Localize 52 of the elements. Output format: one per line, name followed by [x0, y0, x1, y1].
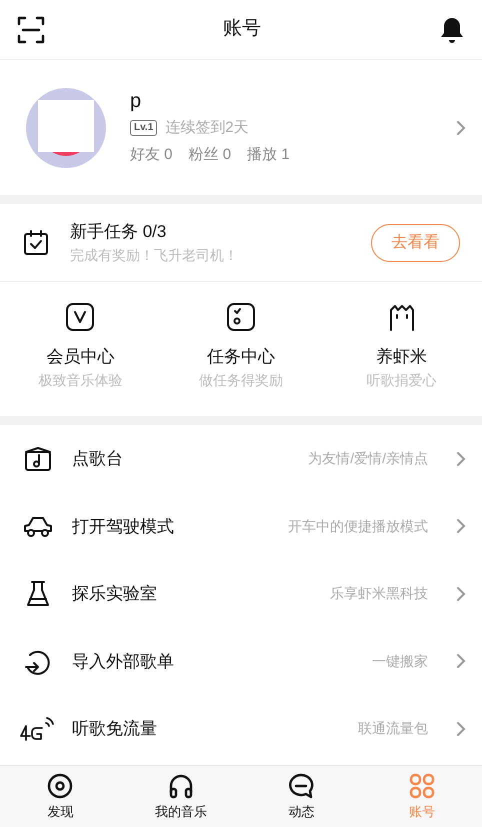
profile-card[interactable]: p Lv.1 连续签到2天 好友 0 粉丝 0 播放 1 [0, 60, 482, 195]
checkin-text: 连续签到2天 [165, 118, 249, 138]
chevron-right-icon [456, 518, 466, 534]
menu-row[interactable]: 点歌台 为友情/爱情/亲情点 [0, 425, 482, 492]
menu-hint: 为友情/爱情/亲情点 [308, 449, 428, 468]
chevron-right-icon [456, 653, 466, 670]
menu-label: 导入外部歌单 [72, 650, 175, 672]
tab-bar-item[interactable]: 我的音乐 [140, 772, 221, 822]
feature-title: 任务中心 [206, 346, 275, 368]
feature-title: 会员中心 [46, 346, 114, 368]
page-title: 账号 [223, 17, 261, 42]
menu-hint: 联通流量包 [358, 719, 428, 738]
menu-label: 听歌免流量 [72, 718, 158, 740]
chevron-right-icon [456, 586, 466, 602]
user-name: p [130, 89, 142, 113]
menu-row[interactable]: 导入外部歌单 一键搬家 [0, 628, 482, 695]
checklist-icon [226, 302, 256, 332]
menu-label: 点歌台 [72, 448, 124, 470]
calendar-check-icon [22, 228, 50, 256]
feature-tile[interactable]: 会员中心 极致音乐体验 [0, 302, 161, 416]
feature-subtitle: 做任务得奖励 [198, 370, 283, 390]
feature-subtitle: 听歌捐爱心 [366, 370, 437, 390]
menu-row[interactable]: 听歌免流量 联通流量包 [0, 695, 482, 762]
target-icon [46, 772, 74, 800]
profile-stat[interactable]: 好友 0 [130, 144, 173, 166]
chevron-right-icon [456, 120, 466, 136]
task-title: 新手任务 0/3 [70, 221, 168, 244]
tab-bar-item[interactable]: 动态 [261, 772, 342, 822]
menu-hint: 一键搬家 [372, 652, 428, 671]
feature-tile[interactable]: 任务中心 做任务得奖励 [160, 302, 322, 416]
feature-subtitle: 极致音乐体验 [38, 370, 122, 390]
feature-title: 养虾米 [376, 346, 428, 368]
v-badge-icon [65, 302, 96, 332]
menu-row[interactable]: 探乐实验室 乐享虾米黑科技 [0, 560, 482, 628]
tab-bar-item[interactable]: 发现 [20, 772, 100, 822]
profile-stat[interactable]: 播放 1 [247, 144, 290, 166]
profile-stat[interactable]: 粉丝 0 [188, 144, 232, 166]
menu-hint: 开车中的便捷播放模式 [288, 516, 428, 536]
feature-tile[interactable]: 养虾米 听歌捐爱心 [321, 302, 482, 416]
menu-row[interactable]: 打开驾驶模式 开车中的便捷播放模式 [0, 492, 482, 560]
grid-icon [408, 772, 436, 800]
4g-signal-icon [20, 714, 56, 743]
menu-label: 打开驾驶模式 [72, 516, 175, 538]
chevron-right-icon [456, 450, 466, 467]
menu-label: 探乐实验室 [72, 583, 158, 605]
chat-bubble-icon [287, 772, 316, 800]
task-subtitle: 完成有奖励！飞升老司机！ [70, 246, 239, 265]
music-box-icon [23, 446, 53, 472]
scan-icon[interactable] [16, 14, 46, 44]
chevron-right-icon [456, 720, 466, 737]
menu-hint: 乐享虾米黑科技 [330, 584, 428, 604]
level-badge: Lv.1 [130, 120, 158, 136]
